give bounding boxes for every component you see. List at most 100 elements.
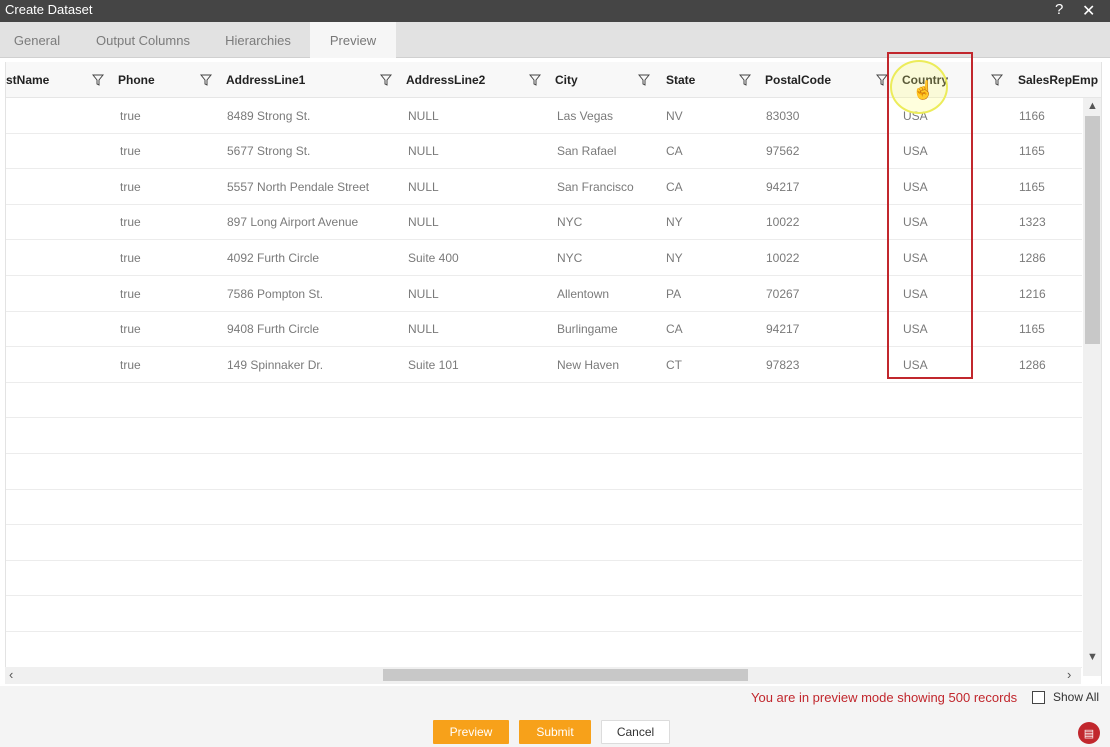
col-salesrepemp-cell: 1165 bbox=[1019, 322, 1045, 337]
col-state-cell: NY bbox=[666, 215, 683, 230]
col-addressline1-cell: 8489 Strong St. bbox=[227, 108, 311, 123]
col-salesrepemp-cell: 1165 bbox=[1019, 144, 1045, 159]
col-addressline2-cell: Suite 400 bbox=[408, 250, 459, 265]
scroll-right-icon[interactable]: › bbox=[1067, 667, 1071, 682]
vertical-scroll-thumb[interactable] bbox=[1085, 116, 1100, 344]
col-city-cell: New Haven bbox=[557, 357, 620, 372]
preview-button[interactable]: Preview bbox=[433, 720, 509, 744]
table-row bbox=[6, 490, 1082, 526]
col-salesrepemp-cell: 1286 bbox=[1019, 250, 1046, 265]
col-addressline2-cell: NULL bbox=[408, 215, 439, 230]
table-row bbox=[6, 561, 1082, 597]
table-row bbox=[6, 383, 1082, 419]
col-addressline1-cell: 897 Long Airport Avenue bbox=[227, 215, 359, 230]
close-icon[interactable]: ✕ bbox=[1082, 1, 1095, 21]
col-city-cell: NYC bbox=[557, 215, 583, 230]
col-postalcode-cell: 10022 bbox=[766, 250, 800, 265]
col-postalcode-cell: 70267 bbox=[766, 286, 800, 301]
col-addressline2-cell: NULL bbox=[408, 179, 439, 194]
col-phone-header[interactable]: Phone bbox=[118, 62, 155, 98]
table-row bbox=[6, 632, 1082, 668]
col-addressline2-header[interactable]: AddressLine2 bbox=[406, 62, 485, 98]
col-phone-cell: true bbox=[120, 286, 141, 301]
col-postalcode-cell: 94217 bbox=[766, 322, 800, 337]
col-firstname-header[interactable]: stName bbox=[6, 62, 49, 98]
col-city-cell: San Francisco bbox=[557, 179, 634, 194]
col-city-cell: San Rafael bbox=[557, 144, 617, 159]
col-addressline2-cell: NULL bbox=[408, 108, 439, 123]
hand-cursor-icon: ☝ bbox=[912, 80, 935, 100]
col-postalcode-cell: 94217 bbox=[766, 179, 800, 194]
scroll-down-icon[interactable]: ▼ bbox=[1087, 651, 1098, 663]
col-state-cell: CA bbox=[666, 322, 683, 337]
col-city-header[interactable]: City bbox=[555, 62, 578, 98]
col-addressline1-cell: 5557 North Pendale Street bbox=[227, 179, 370, 194]
vertical-scrollbar[interactable]: ▲ ▼ bbox=[1083, 98, 1101, 676]
col-state-header[interactable]: State bbox=[666, 62, 695, 98]
col-salesrepemp-cell: 1286 bbox=[1019, 357, 1046, 372]
filter-icon[interactable] bbox=[991, 74, 1003, 86]
filter-icon[interactable] bbox=[529, 74, 541, 86]
col-salesrepemp-cell: 1166 bbox=[1019, 108, 1045, 123]
col-state-cell: PA bbox=[666, 286, 682, 301]
col-phone-cell: true bbox=[120, 179, 141, 194]
table-row bbox=[6, 454, 1082, 490]
scroll-up-icon[interactable]: ▲ bbox=[1087, 100, 1098, 112]
col-city-cell: NYC bbox=[557, 250, 583, 265]
cancel-button[interactable]: Cancel bbox=[601, 720, 670, 744]
filter-icon[interactable] bbox=[92, 74, 104, 86]
col-addressline2-cell: NULL bbox=[408, 322, 439, 337]
col-phone-cell: true bbox=[120, 250, 141, 265]
col-postalcode-header[interactable]: PostalCode bbox=[765, 62, 831, 98]
table-row bbox=[6, 596, 1082, 632]
filter-icon[interactable] bbox=[739, 74, 751, 86]
horizontal-scrollbar[interactable]: ‹ › bbox=[5, 667, 1081, 684]
col-postalcode-cell: 97562 bbox=[766, 144, 800, 159]
col-addressline1-cell: 149 Spinnaker Dr. bbox=[227, 357, 324, 372]
show-all-checkbox[interactable] bbox=[1032, 691, 1045, 704]
tab-preview[interactable]: Preview bbox=[310, 22, 396, 58]
col-phone-cell: true bbox=[120, 108, 141, 123]
col-city-cell: Burlingame bbox=[557, 322, 618, 337]
col-phone-cell: true bbox=[120, 215, 141, 230]
table-row bbox=[6, 418, 1082, 454]
col-phone-cell: true bbox=[120, 357, 141, 372]
col-addressline1-cell: 7586 Pompton St. bbox=[227, 286, 324, 301]
col-addressline1-cell: 4092 Furth Circle bbox=[227, 250, 320, 265]
filter-icon[interactable] bbox=[638, 74, 650, 86]
col-phone-cell: true bbox=[120, 322, 141, 337]
col-state-cell: CT bbox=[666, 357, 682, 372]
tab-hierarchies[interactable]: Hierarchies bbox=[212, 22, 304, 58]
footer: You are in preview mode showing 500 reco… bbox=[0, 686, 1110, 747]
col-salesrepemp-cell: 1216 bbox=[1019, 286, 1046, 301]
scroll-left-icon[interactable]: ‹ bbox=[9, 667, 13, 682]
col-postalcode-cell: 10022 bbox=[766, 215, 800, 230]
col-state-cell: NV bbox=[666, 108, 683, 123]
tab-general[interactable]: General bbox=[0, 22, 74, 58]
horizontal-scroll-thumb[interactable] bbox=[383, 669, 748, 681]
tab-output-columns[interactable]: Output Columns bbox=[82, 22, 204, 58]
help-icon[interactable]: ? bbox=[1055, 1, 1063, 18]
col-city-cell: Las Vegas bbox=[557, 108, 614, 123]
chat-icon[interactable]: ▤ bbox=[1078, 722, 1100, 744]
col-state-cell: CA bbox=[666, 144, 683, 159]
col-salesrepemp-cell: 1323 bbox=[1019, 215, 1046, 230]
table-row bbox=[6, 525, 1082, 561]
col-postalcode-cell: 83030 bbox=[766, 108, 800, 123]
filter-icon[interactable] bbox=[380, 74, 392, 86]
col-city-cell: Allentown bbox=[557, 286, 610, 301]
col-salesrepemp-header[interactable]: SalesRepEmp bbox=[1018, 62, 1098, 98]
col-state-cell: CA bbox=[666, 179, 683, 194]
col-phone-cell: true bbox=[120, 144, 141, 159]
col-addressline2-cell: Suite 101 bbox=[408, 357, 459, 372]
col-salesrepemp-cell: 1165 bbox=[1019, 179, 1045, 194]
col-addressline1-cell: 5677 Strong St. bbox=[227, 144, 311, 159]
filter-icon[interactable] bbox=[200, 74, 212, 86]
col-addressline2-cell: NULL bbox=[408, 286, 439, 301]
show-all-label[interactable]: Show All bbox=[1053, 690, 1099, 704]
title-bar: Create Dataset ? ✕ bbox=[0, 0, 1110, 22]
col-postalcode-cell: 97823 bbox=[766, 357, 800, 372]
col-state-cell: NY bbox=[666, 250, 683, 265]
submit-button[interactable]: Submit bbox=[519, 720, 591, 744]
col-addressline1-header[interactable]: AddressLine1 bbox=[226, 62, 305, 98]
